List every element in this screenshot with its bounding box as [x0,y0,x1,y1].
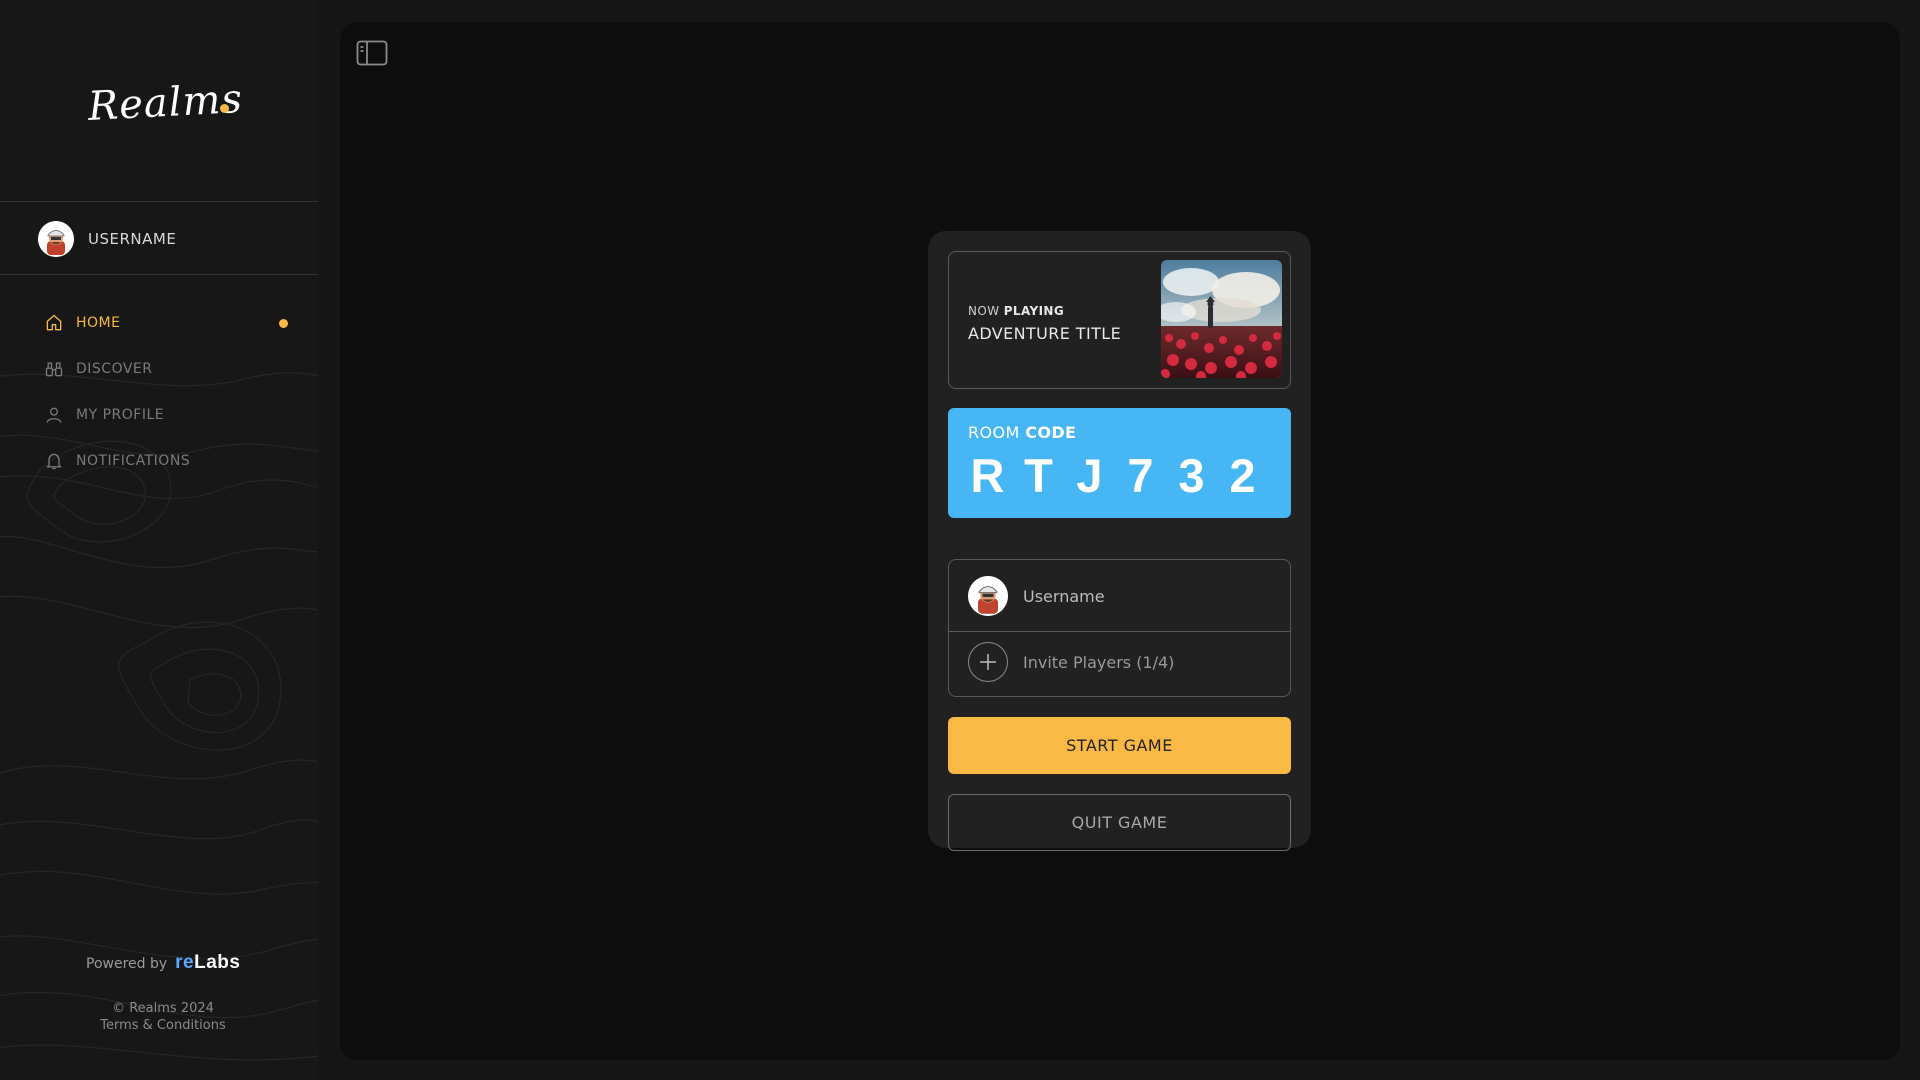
terms-link[interactable]: Terms & Conditions [0,1017,318,1034]
sidebar-nav: HOME DISCOVER MY PROFILE NOTIFICATIONS [44,300,294,484]
players-list: Username Invite Players (1/4) [948,559,1291,697]
relabs-logo[interactable]: reLabs [175,952,240,974]
powered-by: Powered by reLabs [86,952,240,974]
now-playing-label-now: NOW [968,304,1004,318]
sidebar-item-discover[interactable]: DISCOVER [44,346,294,392]
avatar-icon [38,221,74,257]
sidebar-item-notifications[interactable]: NOTIFICATIONS [44,438,294,484]
avatar-icon [968,576,1008,616]
room-code-char: 3 [1178,449,1205,502]
room-code-panel: ROOM CODE R T J 7 3 2 [948,408,1291,518]
realms-logo[interactable]: Realms [87,76,244,130]
sidebar-item-my-profile[interactable]: MY PROFILE [44,392,294,438]
relabs-logo-labs: Labs [194,952,241,973]
room-code-char: 2 [1229,449,1256,502]
adventure-title: ADVENTURE TITLE [968,324,1122,343]
sidebar-item-home[interactable]: HOME [44,300,294,346]
relabs-logo-re: re [175,952,195,973]
sidebar-item-label: NOTIFICATIONS [76,453,191,469]
active-indicator [279,319,288,328]
topographic-background [0,372,318,1061]
divider [0,274,318,275]
powered-by-label: Powered by [86,956,168,972]
player-row: Username [949,574,1290,618]
start-game-button[interactable]: START GAME [948,717,1291,774]
invite-players-button[interactable]: Invite Players (1/4) [949,640,1290,684]
home-icon [46,314,62,331]
copyright-text: © Realms 2024 [112,1001,214,1016]
player-name: Username [1023,586,1105,606]
divider [0,201,318,202]
game-lobby-card: NOW PLAYING ADVENTURE TITLE ROOM CODE R … [928,231,1311,851]
now-playing-panel: NOW PLAYING ADVENTURE TITLE [948,251,1291,389]
room-code-value[interactable]: R T J 7 3 2 [962,448,1268,503]
sidebar-item-label: MY PROFILE [76,407,165,423]
invite-players-label: Invite Players (1/4) [1023,652,1175,672]
sidebar-item-label: HOME [76,315,121,331]
room-code-label-code: CODE [1025,423,1077,442]
divider [949,631,1290,632]
sidebar: Realms USERNAME HOME DISCOVER MY PROFILE… [0,0,318,1080]
quit-game-button[interactable]: QUIT GAME [948,794,1291,851]
now-playing-label-playing: PLAYING [1003,304,1065,318]
sidebar-toggle-icon[interactable] [356,40,388,66]
sidebar-item-label: DISCOVER [76,361,153,377]
now-playing-label: NOW PLAYING [968,304,1064,318]
room-code-label: ROOM CODE [968,423,1076,442]
username-label: USERNAME [88,230,177,248]
adventure-thumbnail [1161,260,1282,378]
logo-dot [220,104,229,113]
binoculars-icon [45,362,63,377]
user-profile[interactable]: USERNAME [38,221,176,257]
room-code-char: 7 [1127,449,1154,502]
user-icon [46,407,62,423]
main-panel: NOW PLAYING ADVENTURE TITLE ROOM CODE R … [340,22,1900,1060]
room-code-char: R [970,449,1005,502]
sidebar-footer: © Realms 2024 Terms & Conditions [0,1000,318,1034]
room-code-label-room: ROOM [968,423,1026,442]
plus-icon [968,642,1008,682]
bell-icon [46,453,62,470]
room-code-char: T [1024,449,1053,502]
room-code-char: J [1076,449,1103,502]
